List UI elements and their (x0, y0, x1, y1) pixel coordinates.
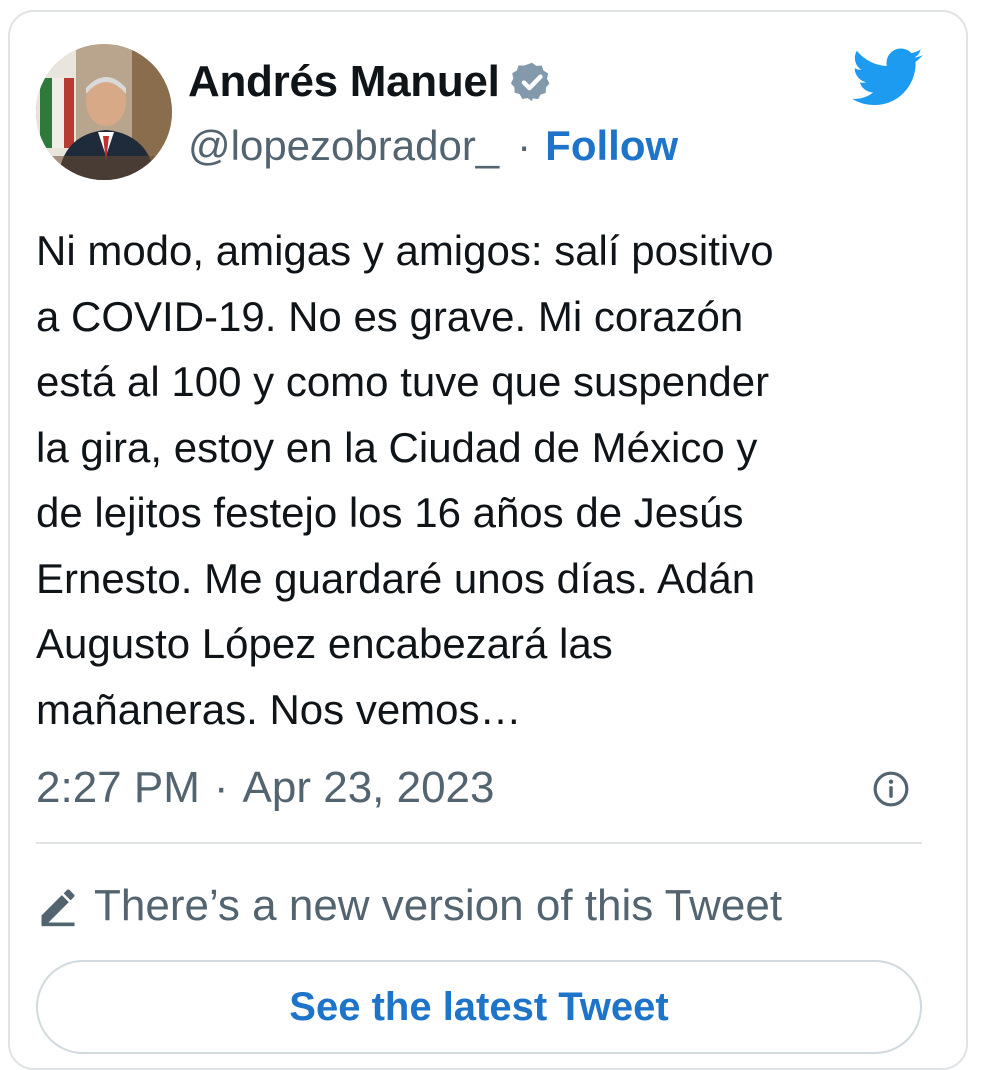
author-display-name[interactable]: Andrés Manuel (188, 57, 500, 107)
author-name-row: Andrés Manuel (188, 54, 554, 110)
divider (36, 842, 922, 844)
info-icon[interactable] (872, 770, 910, 808)
tweet-date: Apr 23, 2023 (242, 763, 495, 812)
tweet-text: Ni modo, amigas y amigos: salí positivo … (36, 227, 774, 733)
author-handle-row: @lopezobrador_ · Follow (188, 118, 678, 174)
see-latest-tweet-button[interactable]: See the latest Tweet (36, 960, 922, 1054)
separator-dot: · (517, 122, 532, 169)
tweet-timestamp[interactable]: 2:27 PM · Apr 23, 2023 (36, 758, 495, 818)
pencil-icon (36, 884, 80, 928)
author-handle[interactable]: @lopezobrador_ (188, 122, 499, 170)
twitter-bird-icon[interactable] (852, 46, 924, 110)
follow-button[interactable]: Follow (545, 122, 678, 170)
avatar[interactable] (36, 44, 172, 180)
edit-notice: There’s a new version of this Tweet (36, 876, 782, 936)
edit-notice-text: There’s a new version of this Tweet (94, 881, 783, 930)
timestamp-separator: · (213, 763, 229, 812)
verified-badge-icon (510, 60, 554, 104)
tweet-time: 2:27 PM (36, 763, 200, 812)
